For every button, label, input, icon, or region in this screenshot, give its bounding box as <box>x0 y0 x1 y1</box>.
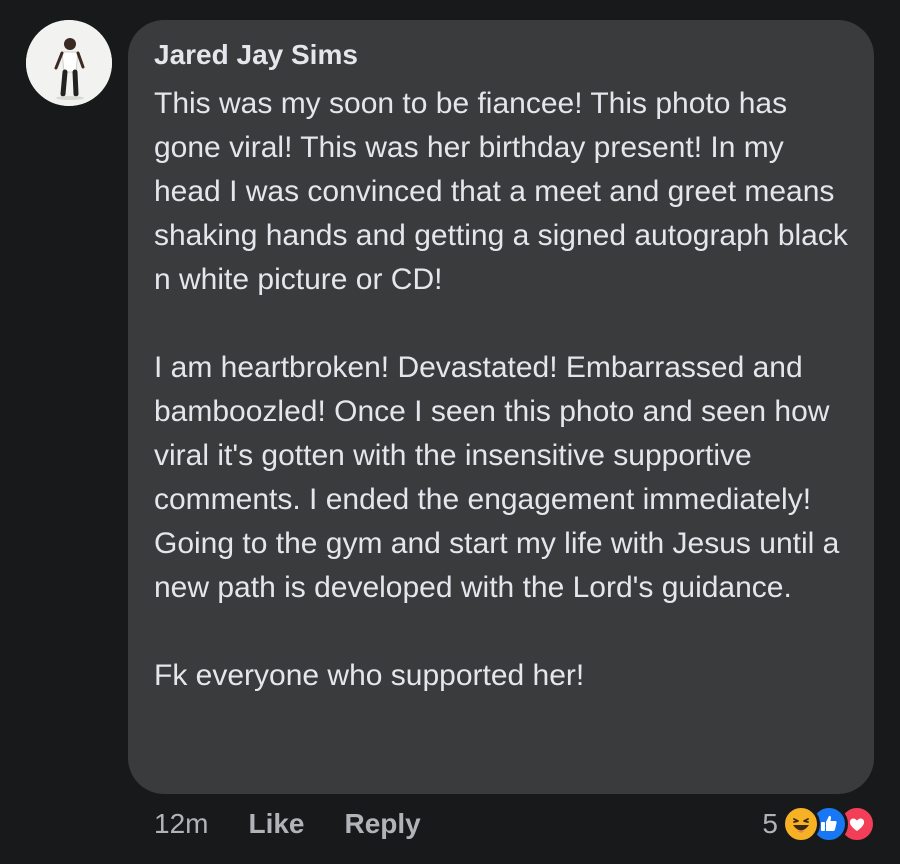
comment-paragraph-3: Fk everyone who supported her! <box>154 659 585 692</box>
comment-paragraph-2: I am heartbroken! Devastated! Embarrasse… <box>154 351 840 604</box>
comment-paragraph-1: This was my soon to be fiancee! This pho… <box>154 87 848 296</box>
person-photo-icon <box>26 20 112 106</box>
comment-actions: 12m Like Reply <box>154 804 421 844</box>
comment-body: This was my soon to be fiancee! This pho… <box>154 82 848 698</box>
reaction-icons <box>782 805 876 843</box>
comment-bubble: Jared Jay Sims This was my soon to be fi… <box>128 20 874 794</box>
reactions-summary[interactable]: 5 <box>762 802 876 846</box>
comment-author-name[interactable]: Jared Jay Sims <box>154 38 848 72</box>
comment-timestamp[interactable]: 12m <box>154 804 208 844</box>
author-avatar[interactable] <box>26 20 112 106</box>
reaction-count: 5 <box>762 808 778 839</box>
reply-button[interactable]: Reply <box>345 804 421 844</box>
haha-icon <box>782 805 820 843</box>
like-button[interactable]: Like <box>248 804 304 844</box>
